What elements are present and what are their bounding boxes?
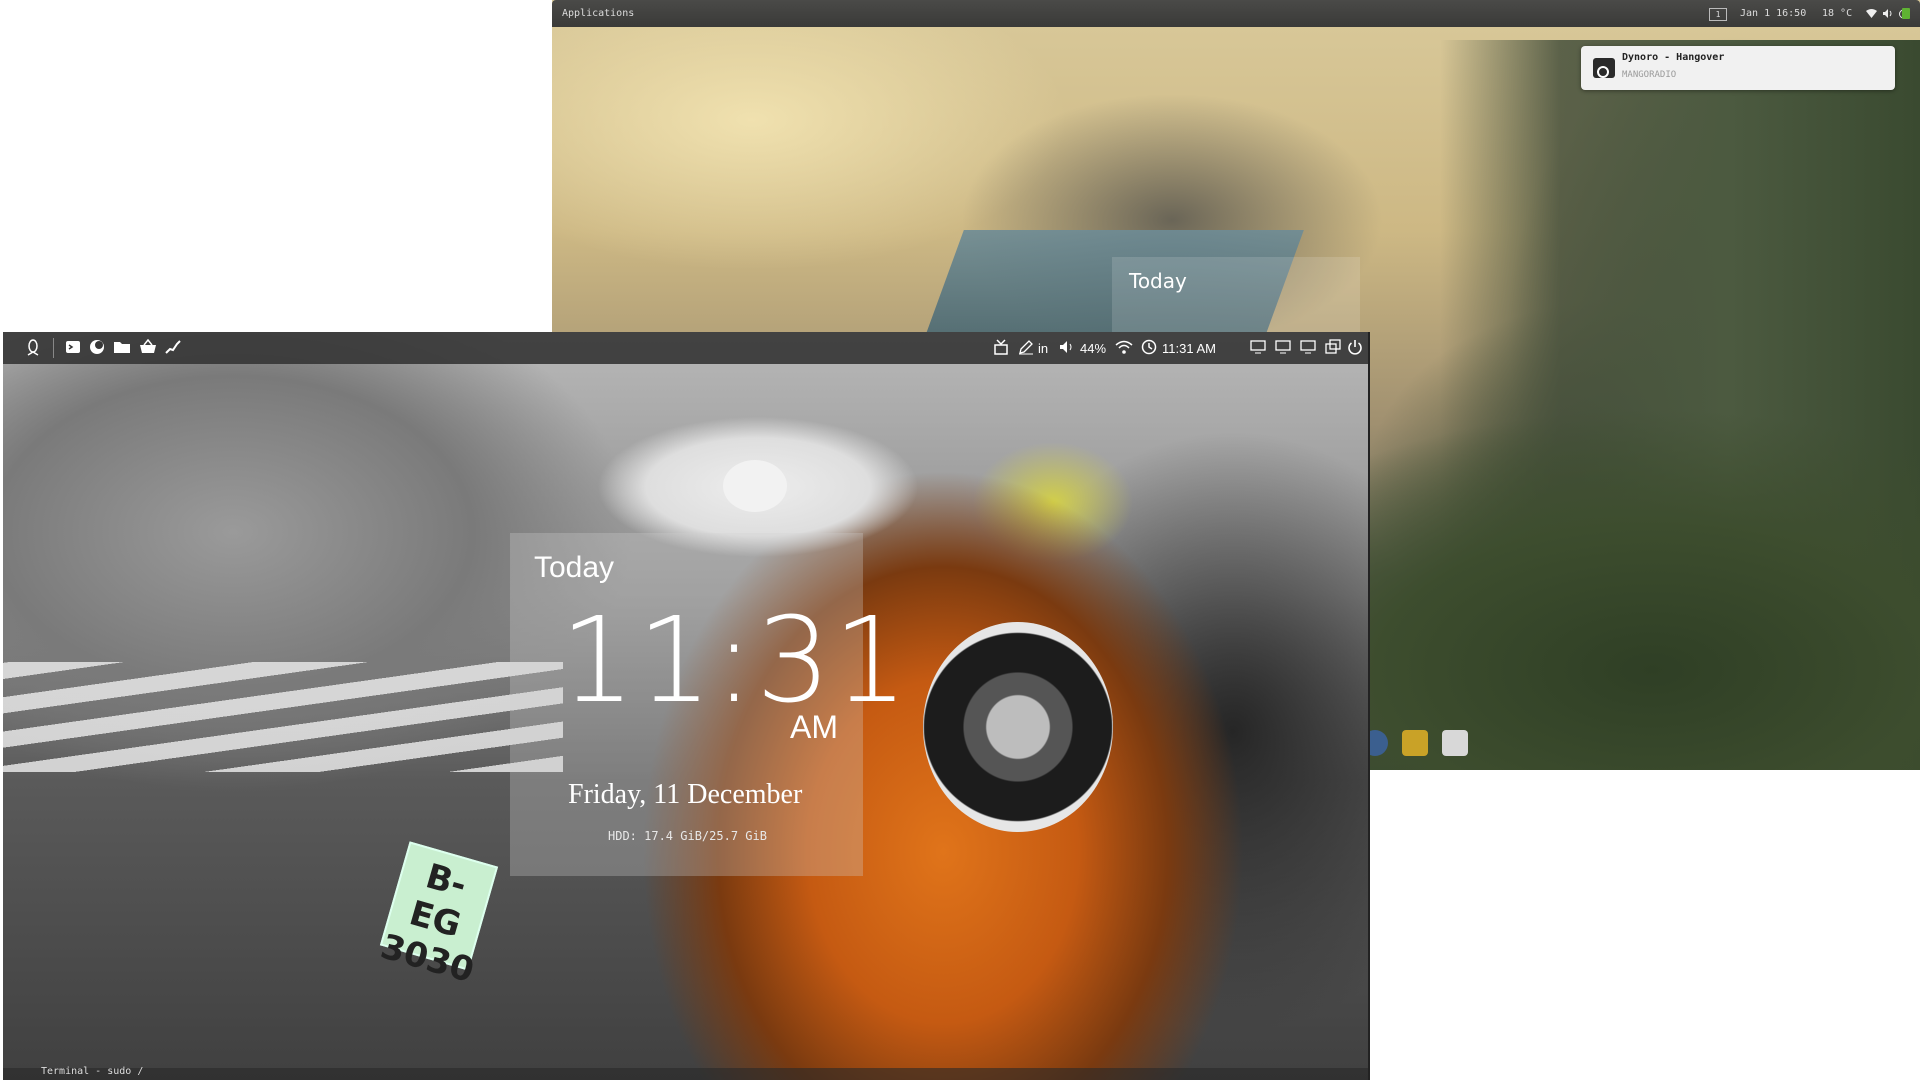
wallpaper-license-plate: B-EG 3030 bbox=[376, 841, 499, 991]
battery-icon[interactable] bbox=[1902, 8, 1910, 19]
panel-clock[interactable]: 11:31 AM bbox=[1162, 341, 1216, 356]
today-label: Today bbox=[1129, 269, 1187, 293]
folder-icon[interactable] bbox=[113, 339, 131, 357]
bottom-taskbar: Terminal - sudo / bbox=[3, 1066, 1368, 1080]
clock-ampm: AM bbox=[790, 709, 838, 745]
clock-date: Friday, 11 December bbox=[568, 779, 803, 810]
terminal-icon[interactable] bbox=[65, 339, 81, 357]
workspace-1-icon[interactable] bbox=[1250, 339, 1266, 357]
package-manager-icon[interactable] bbox=[993, 339, 1009, 357]
volume-percent[interactable]: 44% bbox=[1080, 341, 1106, 356]
clock-icon[interactable] bbox=[1141, 339, 1157, 357]
today-label: Today bbox=[534, 551, 615, 584]
keyboard-layout-label[interactable]: in bbox=[1038, 341, 1048, 356]
linux-menu-icon[interactable] bbox=[25, 339, 41, 357]
notification-title: Dynoro - Hangover bbox=[1622, 52, 1725, 63]
browser-icon[interactable] bbox=[89, 339, 105, 357]
workspace-indicator[interactable]: 1 bbox=[1709, 8, 1727, 21]
radio-app-icon[interactable] bbox=[1402, 730, 1428, 756]
pencil-icon[interactable] bbox=[1018, 339, 1034, 357]
volume-icon[interactable] bbox=[1882, 8, 1893, 19]
wallpaper-crosswalk bbox=[3, 662, 563, 772]
store-basket-icon[interactable] bbox=[139, 338, 157, 357]
wifi-icon[interactable] bbox=[1115, 339, 1133, 357]
notification-popup[interactable]: Dynoro - Hangover MANGORADIO bbox=[1581, 46, 1895, 90]
activity-graph-icon[interactable] bbox=[165, 339, 181, 357]
screenshot-app-icon[interactable] bbox=[1442, 730, 1468, 756]
clock-time: 11:31 bbox=[560, 591, 911, 729]
panel-temperature[interactable]: 18 °C bbox=[1822, 8, 1852, 19]
wallpaper-mirror bbox=[723, 460, 787, 512]
today-clock-widget: Today 11:31 AM Friday, 11 December HDD: … bbox=[510, 533, 908, 876]
notification-subtitle: MANGORADIO bbox=[1622, 70, 1677, 80]
power-icon[interactable] bbox=[1347, 339, 1363, 357]
radio-icon bbox=[1593, 58, 1615, 78]
applications-menu[interactable]: Applications bbox=[562, 8, 634, 19]
hdd-usage: HDD: 17.4 GiB/25.7 GiB bbox=[608, 829, 767, 843]
panel-divider bbox=[53, 338, 54, 358]
volume-icon[interactable] bbox=[1059, 339, 1075, 357]
window-switcher-icon[interactable] bbox=[1325, 339, 1341, 357]
back-top-panel: Applications 1 Jan 1 16:50 18 °C bbox=[552, 0, 1920, 27]
panel-datetime[interactable]: Jan 1 16:50 bbox=[1740, 8, 1806, 19]
front-top-panel: in 44% 11:31 AM bbox=[3, 332, 1368, 364]
workspace-2-icon[interactable] bbox=[1275, 339, 1291, 357]
front-desktop-screenshot: B-EG 3030 in 44% 11:31 AM Today 11:31 AM… bbox=[3, 332, 1370, 1080]
taskbar-terminal-item[interactable]: Terminal - sudo / bbox=[41, 1066, 143, 1077]
wifi-icon[interactable] bbox=[1866, 8, 1877, 19]
workspace-3-icon[interactable] bbox=[1300, 339, 1316, 357]
wallpaper-spare-wheel bbox=[923, 622, 1113, 832]
